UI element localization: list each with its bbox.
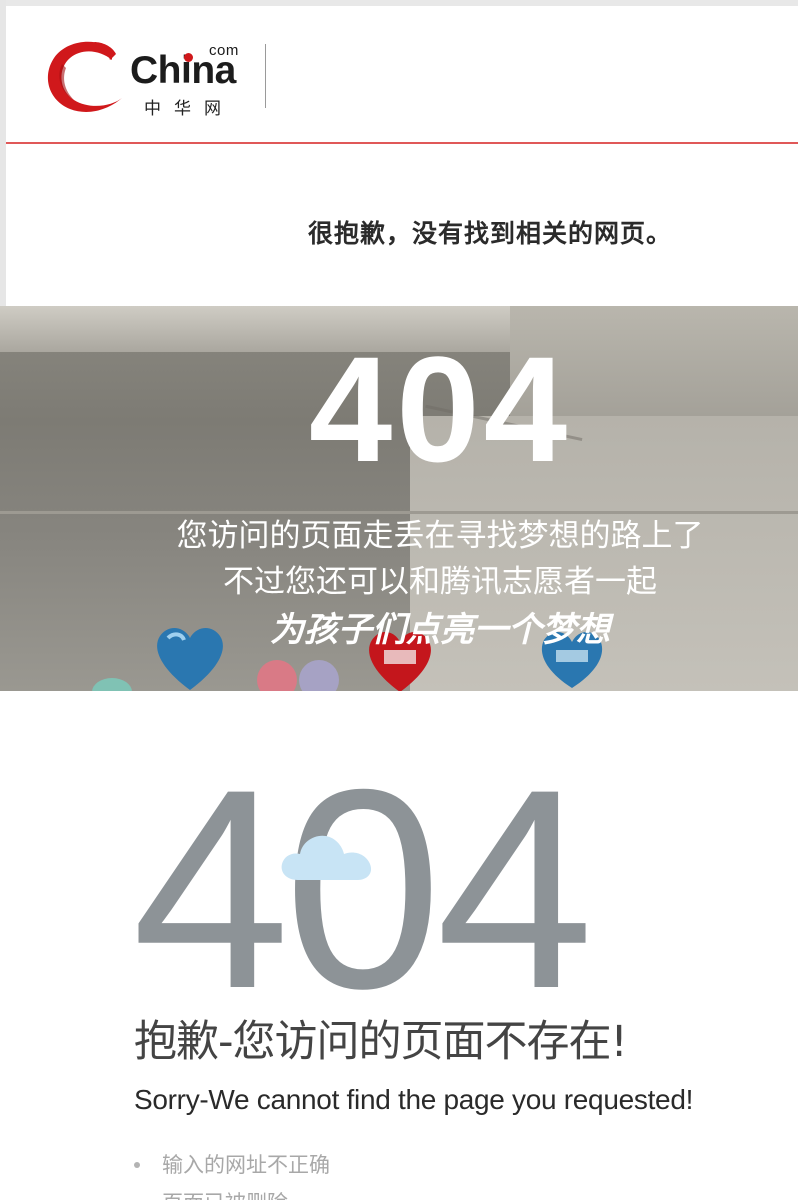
hero-line-3: 为孩子们点亮一个梦想 <box>270 610 610 650</box>
hero-404-code: 404 <box>308 325 572 493</box>
error-reason-list: 输入的网址不正确 页面已被删除 <box>134 1146 330 1200</box>
china-com-logo[interactable]: China com 中华网 <box>42 36 272 119</box>
not-found-message: 很抱歉，没有找到相关的网页。 <box>308 219 673 248</box>
hero-wall-line <box>0 511 798 514</box>
error-title-chinese: 抱歉-您访问的页面不存在! <box>134 1017 628 1067</box>
lavender-balloon-icon <box>299 660 339 691</box>
reason-text: 页面已被删除 <box>162 1184 288 1200</box>
hero-line-2: 不过您还可以和腾讯志愿者一起 <box>223 564 657 600</box>
volunteer-hero-banner[interactable]: 404 您访问的页面走丢在寻找梦想的路上了 不过您还可以和腾讯志愿者一起 为孩子… <box>0 306 798 691</box>
bullet-icon <box>134 1162 140 1168</box>
teal-balloon-icon <box>92 678 132 691</box>
brush-c-logo-icon <box>47 41 122 112</box>
error-404-code: 404 <box>132 731 594 1048</box>
reason-text: 输入的网址不正确 <box>162 1153 330 1177</box>
cloud-icon <box>281 835 372 880</box>
error-title-english: Sorry-We cannot find the page you reques… <box>134 1084 694 1115</box>
list-item: 页面已被删除 <box>134 1184 330 1200</box>
logo-red-dot <box>184 53 193 62</box>
list-item: 输入的网址不正确 <box>134 1146 330 1184</box>
logo-divider <box>265 44 266 108</box>
logo-chinese-text: 中华网 <box>144 99 234 119</box>
pink-balloon-icon <box>257 660 297 691</box>
logo-com-text: com <box>209 42 239 59</box>
hero-line-1: 您访问的页面走丢在寻找梦想的路上了 <box>176 518 704 554</box>
site-header: China com 中华网 <box>6 6 798 142</box>
header-red-rule <box>6 142 798 144</box>
